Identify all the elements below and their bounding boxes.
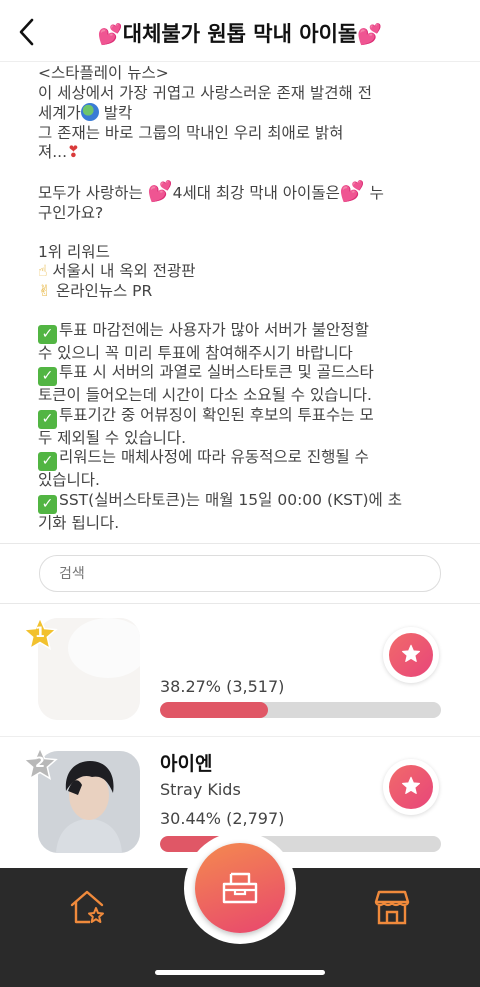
heart-exclamation-icon: ❣ bbox=[67, 143, 81, 161]
check-icon: ✓ bbox=[38, 367, 57, 386]
check-icon: ✓ bbox=[38, 324, 57, 344]
rule-line: ✓ SST(실버스타토큰)는 매월 15일 00:00 (KST)에 초 bbox=[38, 491, 448, 514]
question-line: 구인가요? bbox=[38, 203, 104, 222]
rule-line: ✓ 투표 마감전에는 사용자가 많아 서버가 불안정할 bbox=[38, 321, 448, 344]
rank-number: 1 bbox=[35, 625, 45, 641]
nav-home-button[interactable] bbox=[68, 888, 106, 926]
rule-line: ✓ 투표기간 중 어뷰징이 확인된 후보의 투표수는 모 bbox=[38, 406, 448, 429]
news-source: <스타플레이 뉴스> bbox=[38, 64, 169, 82]
rule-line: 토큰이 들어오는데 시간이 다소 소요될 수 있습니다. bbox=[38, 386, 372, 404]
heart-icon: 💕 bbox=[147, 179, 173, 203]
question-line: 모두가 사랑하는 💕4세대 최강 막내 아이돌은💕 누 bbox=[38, 179, 384, 203]
home-indicator bbox=[155, 970, 325, 975]
page-title-text: 대체불가 원톱 막내 아이돌 bbox=[122, 22, 358, 46]
divider bbox=[0, 543, 480, 544]
vote-percent: 38.27% (3,517) bbox=[160, 677, 285, 696]
rule-line: 두 제외될 수 있습니다. bbox=[38, 428, 187, 447]
star-icon bbox=[402, 776, 420, 794]
headline-line: 이 세상에서 가장 귀엽고 사랑스러운 존재 발견해 전 bbox=[38, 83, 372, 102]
reward-item: ☝ 서울시 내 옥외 전광판 bbox=[38, 262, 196, 280]
rule-line: 수 있으니 꼭 미리 투표에 참여해주시기 바랍니다 bbox=[38, 343, 353, 362]
victory-hand-icon: ✌ bbox=[38, 281, 51, 300]
headline-line: 그 존재는 바로 그룹의 막내인 우리 최애로 밝혀 bbox=[38, 123, 344, 142]
nav-shop-button[interactable] bbox=[373, 888, 411, 926]
home-star-icon bbox=[70, 890, 104, 924]
rank-number: 2 bbox=[35, 755, 45, 771]
vote-description: <스타플레이 뉴스> 이 세상에서 가장 귀엽고 사랑스러운 존재 발견해 전 … bbox=[38, 64, 448, 533]
rule-line: ✓ 투표 시 서버의 과열로 실버스타토큰 및 골드스타 bbox=[38, 363, 448, 386]
globe-icon bbox=[80, 103, 99, 121]
candidate-name: 아이엔 bbox=[160, 753, 213, 775]
vote-percent: 30.44% (2,797) bbox=[160, 809, 285, 828]
rule-line: ✓ 리워드는 매체사정에 따라 유동적으로 진행될 수 bbox=[38, 448, 448, 471]
pointing-hand-icon: ☝ bbox=[38, 262, 48, 280]
star-icon bbox=[402, 644, 420, 662]
rule-line: 있습니다. bbox=[38, 471, 100, 489]
search-input[interactable] bbox=[39, 555, 441, 592]
check-icon: ✓ bbox=[38, 452, 57, 471]
heart-icon: 💕 bbox=[357, 22, 383, 46]
reward-item: ✌ 온라인뉴스 PR bbox=[38, 281, 153, 300]
header: 💕대체불가 원톱 막내 아이돌💕 bbox=[0, 0, 480, 62]
vote-button[interactable] bbox=[383, 627, 439, 683]
heart-icon: 💕 bbox=[97, 22, 123, 46]
vote-progress-fill bbox=[160, 702, 268, 718]
rank-badge: 1 bbox=[22, 616, 58, 652]
headline-line: 세계가 발칵 bbox=[38, 103, 133, 122]
ballot-box-icon bbox=[222, 872, 258, 904]
candidate-row[interactable]: 1 38.27% (3,517) bbox=[0, 604, 480, 737]
reward-title: 1위 리워드 bbox=[38, 242, 110, 261]
rank-badge: 2 bbox=[22, 746, 58, 782]
vote-center-button[interactable] bbox=[195, 843, 285, 933]
store-icon bbox=[374, 890, 410, 925]
headline-line: 져...❣ bbox=[38, 143, 81, 161]
chevron-left-icon bbox=[19, 18, 34, 46]
heart-icon: 💕 bbox=[339, 179, 365, 203]
check-icon: ✓ bbox=[38, 494, 57, 514]
check-icon: ✓ bbox=[38, 409, 57, 429]
vote-button[interactable] bbox=[383, 759, 439, 815]
vote-progress-bar bbox=[160, 702, 441, 718]
candidate-group: Stray Kids bbox=[160, 780, 241, 799]
back-button[interactable] bbox=[14, 16, 42, 48]
rule-line: 기화 됩니다. bbox=[38, 513, 120, 532]
page-title: 💕대체불가 원톱 막내 아이돌💕 bbox=[56, 18, 424, 48]
